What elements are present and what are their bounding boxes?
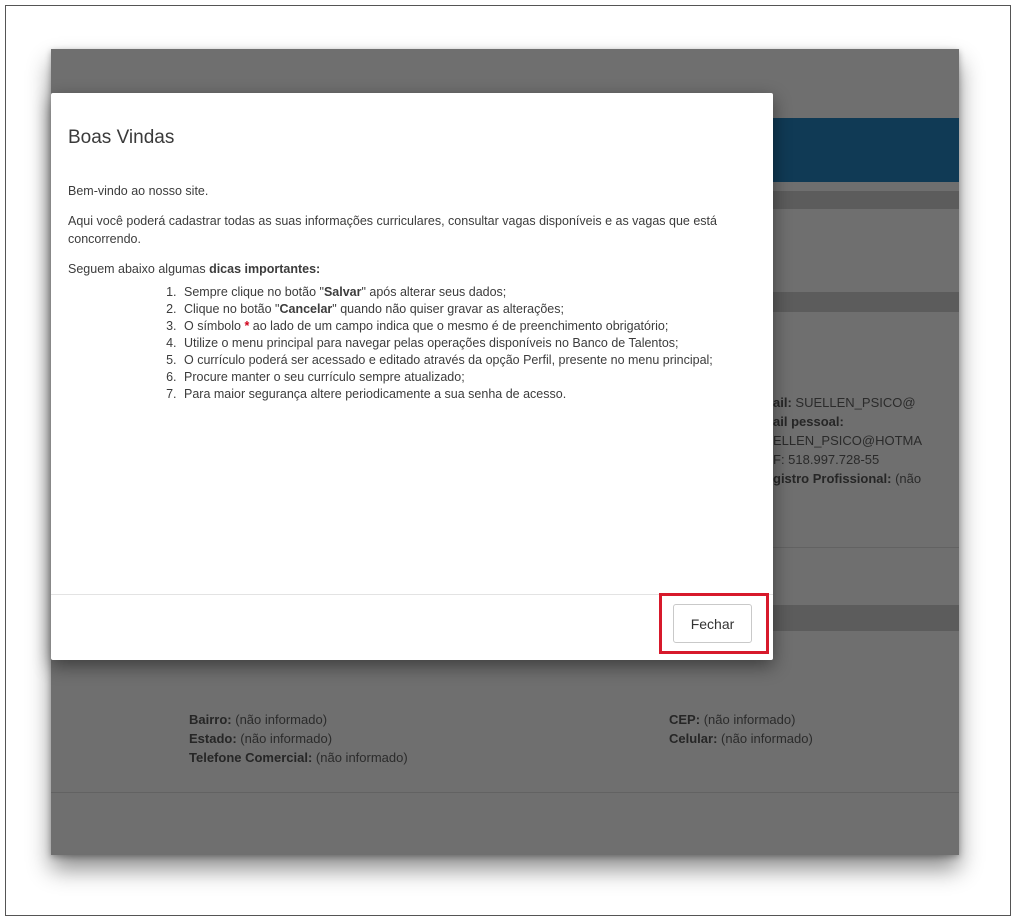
cep-field: CEP: (não informado) [669, 711, 795, 728]
telefone-value: (não informado) [315, 750, 408, 765]
email-label: ail: [773, 395, 792, 410]
tip-item: Sempre clique no botão "Salvar" após alt… [180, 284, 740, 301]
estado-field: Estado: (não informado) [189, 730, 332, 747]
cep-value: (não informado) [703, 712, 796, 727]
celular-value: (não informado) [721, 731, 813, 746]
tips-heading: Seguem abaixo algumas dicas importantes: [68, 260, 758, 278]
tip-item: Para maior segurança altere periodicamen… [180, 386, 740, 403]
bairro-label: Bairro: [189, 712, 232, 727]
modal-body: Bem-vindo ao nosso site. Aqui você poder… [68, 182, 758, 403]
celular-label: Celular: [669, 731, 718, 746]
tips-list: Sempre clique no botão "Salvar" após alt… [68, 284, 740, 403]
celular-field: Celular: (não informado) [669, 730, 813, 747]
intro-text: Aqui você poderá cadastrar todas as suas… [68, 214, 717, 246]
email-pessoal-value: ELLEN_PSICO@HOTMA [773, 433, 923, 448]
tip-bold: Cancelar [279, 302, 333, 316]
bairro-field: Bairro: (não informado) [189, 711, 327, 728]
tip-text: " quando não quiser gravar as alterações… [332, 302, 564, 316]
tip-item: Clique no botão "Cancelar" quando não qu… [180, 301, 740, 318]
cep-label: CEP: [669, 712, 701, 727]
close-button[interactable]: Fechar [673, 604, 752, 643]
estado-label: Estado: [189, 731, 237, 746]
tip-item: Utilize o menu principal para navegar pe… [180, 335, 740, 352]
welcome-modal: Boas Vindas Bem-vindo ao nosso site. Aqu… [51, 93, 773, 660]
email-field: ail: SUELLEN_PSICO@ [773, 394, 916, 411]
email-pessoal-field: ail pessoal: [773, 413, 844, 430]
registro-field: gistro Profissional: (não [773, 470, 921, 487]
divider [51, 792, 959, 793]
registro-label: gistro Profissional: [773, 471, 892, 486]
tip-text: Clique no botão " [184, 302, 280, 316]
tip-text: O símbolo [184, 319, 245, 333]
tip-bold: Salvar [323, 285, 362, 299]
tip-text: " após alterar seus dados; [361, 285, 507, 299]
cpf-value: F: 518.997.728-55 [773, 452, 880, 467]
tip-item: O símbolo * ao lado de um campo indica q… [180, 318, 740, 335]
tips-heading-prefix: Seguem abaixo algumas [68, 262, 210, 276]
telefone-field: Telefone Comercial: (não informado) [189, 749, 408, 766]
tip-item: O currículo poderá ser acessado e editad… [180, 352, 740, 369]
bairro-value: (não informado) [235, 712, 328, 727]
email-pessoal-label: ail pessoal: [773, 414, 844, 429]
welcome-text: Bem-vindo ao nosso site. [68, 184, 209, 198]
tip-text: Sempre clique no botão " [184, 285, 324, 299]
tips-heading-bold: dicas importantes: [209, 262, 321, 276]
modal-title: Boas Vindas [68, 127, 175, 148]
tip-item: Procure manter o seu currículo sempre at… [180, 369, 740, 386]
estado-value: (não informado) [240, 731, 333, 746]
email-value: SUELLEN_PSICO@ [795, 395, 916, 410]
telefone-label: Telefone Comercial: [189, 750, 313, 765]
registro-value: (não [895, 471, 922, 486]
tip-text: ao lado de um campo indica que o mesmo é… [249, 319, 669, 333]
